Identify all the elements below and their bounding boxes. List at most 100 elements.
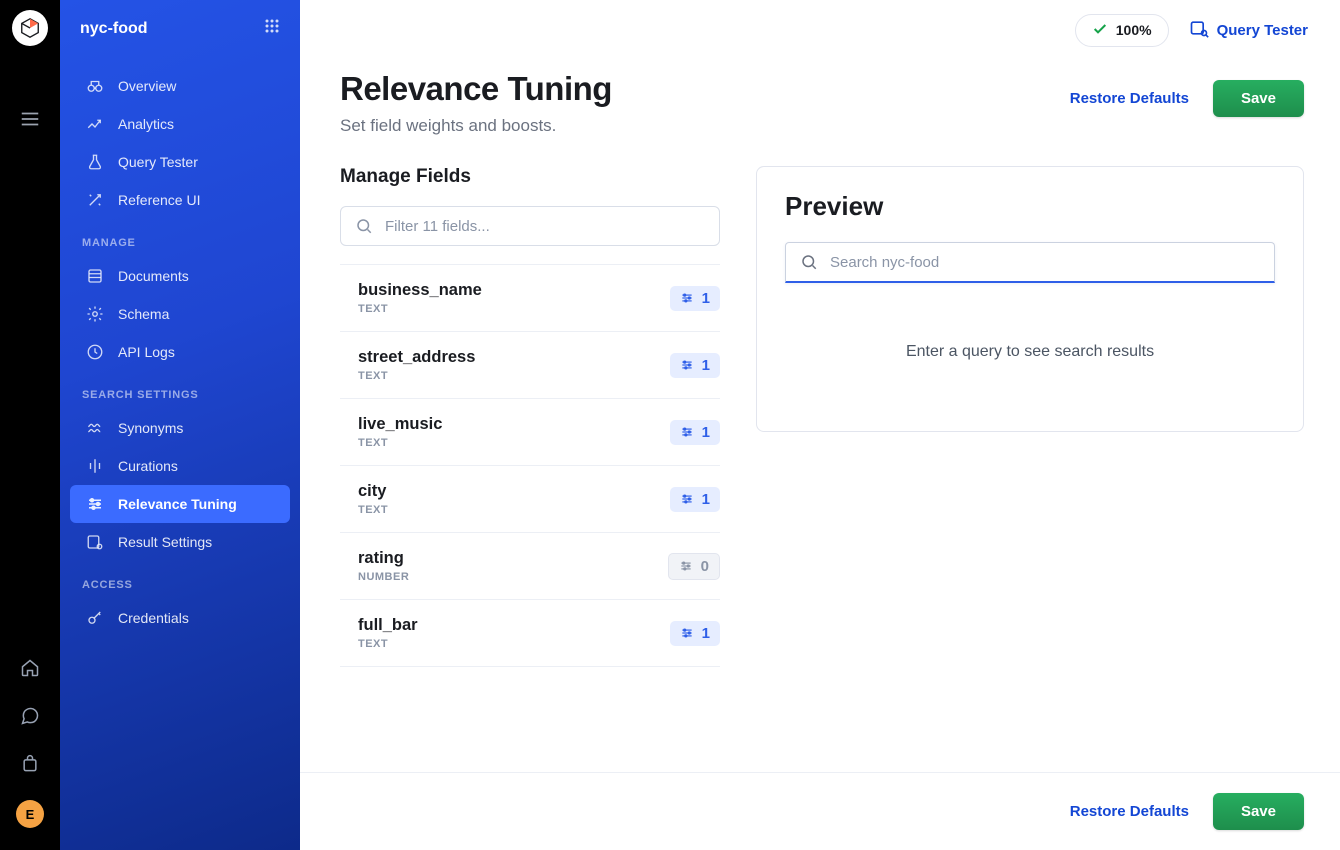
analytics-icon	[86, 115, 104, 133]
sidebar-item-label: Result Settings	[118, 534, 212, 550]
sidebar-item-label: Reference UI	[118, 192, 200, 208]
sidebar-item-label: Credentials	[118, 610, 189, 626]
sidebar-item-label: Query Tester	[118, 154, 198, 170]
gear-icon	[86, 305, 104, 323]
field-filter-input[interactable]	[385, 218, 705, 235]
field-name: business_name	[358, 281, 482, 300]
health-value: 100%	[1116, 22, 1152, 38]
home-icon[interactable]	[18, 656, 42, 680]
field-row[interactable]: full_barTEXT1	[340, 600, 720, 667]
field-type: TEXT	[358, 504, 388, 516]
sliders-icon	[679, 559, 693, 573]
field-weight-badge[interactable]: 1	[670, 621, 720, 646]
main-area: 100% Query Tester Relevance Tuning Set f…	[300, 0, 1340, 850]
manage-fields-panel: Manage Fields business_nameTEXT1street_a…	[340, 166, 720, 772]
field-row[interactable]: city TEXT 1	[340, 466, 720, 533]
check-icon	[1092, 21, 1108, 40]
user-avatar[interactable]: E	[16, 800, 44, 828]
preview-search-input[interactable]	[830, 254, 1260, 271]
field-filter[interactable]	[340, 206, 720, 246]
sidebar-item-label: API Logs	[118, 344, 175, 360]
content: Relevance Tuning Set field weights and b…	[300, 60, 1340, 772]
sidebar-item-label: Curations	[118, 458, 178, 474]
field-name: rating	[358, 549, 409, 568]
sidebar-item-analytics[interactable]: Analytics	[70, 105, 290, 143]
key-icon	[86, 609, 104, 627]
sliders-icon	[680, 425, 694, 439]
section-label-manage: MANAGE	[60, 219, 300, 257]
field-type: TEXT	[358, 303, 482, 315]
app-rail: E	[0, 0, 60, 850]
sidebar-item-schema[interactable]: Schema	[70, 295, 290, 333]
curations-icon	[86, 457, 104, 475]
sidebar: nyc-food Overview Analytics Query Tester…	[60, 0, 300, 850]
sidebar-item-documents[interactable]: Documents	[70, 257, 290, 295]
hamburger-icon[interactable]	[19, 108, 41, 135]
waves-icon	[86, 419, 104, 437]
field-weight-value: 1	[702, 290, 710, 307]
clock-icon	[86, 343, 104, 361]
sidebar-item-result-settings[interactable]: Result Settings	[70, 523, 290, 561]
field-weight-value: 0	[701, 558, 709, 575]
sliders-icon	[86, 495, 104, 513]
page-title: Relevance Tuning	[340, 70, 612, 108]
sidebar-item-query-tester[interactable]: Query Tester	[70, 143, 290, 181]
flask-icon	[86, 153, 104, 171]
sidebar-item-reference-ui[interactable]: Reference UI	[70, 181, 290, 219]
sidebar-item-credentials[interactable]: Credentials	[70, 599, 290, 637]
query-tester-link[interactable]: Query Tester	[1189, 18, 1308, 42]
package-icon[interactable]	[18, 752, 42, 776]
sidebar-item-api-logs[interactable]: API Logs	[70, 333, 290, 371]
field-weight-badge[interactable]: 1	[670, 487, 720, 512]
sliders-icon	[680, 291, 694, 305]
field-row[interactable]: ratingNUMBER0	[340, 533, 720, 600]
topbar: 100% Query Tester	[300, 0, 1340, 60]
query-tester-icon	[1189, 18, 1209, 42]
sidebar-item-overview[interactable]: Overview	[70, 67, 290, 105]
field-weight-value: 1	[702, 491, 710, 508]
field-weight-value: 1	[702, 357, 710, 374]
field-name: full_bar	[358, 616, 418, 635]
footer-actions: Restore Defaults Save	[300, 772, 1340, 850]
field-weight-value: 1	[702, 424, 710, 441]
field-weight-badge[interactable]: 1	[670, 353, 720, 378]
field-name: street_address	[358, 348, 475, 367]
sidebar-item-label: Schema	[118, 306, 169, 322]
field-weight-badge[interactable]: 1	[670, 420, 720, 445]
sidebar-item-curations[interactable]: Curations	[70, 447, 290, 485]
preview-panel: Preview Enter a query to see search resu…	[756, 166, 1304, 772]
health-indicator[interactable]: 100%	[1075, 14, 1169, 47]
sidebar-header: nyc-food	[60, 0, 300, 57]
apps-grid-icon[interactable]	[264, 18, 280, 39]
field-weight-badge[interactable]: 0	[668, 553, 720, 580]
field-name: city	[358, 482, 388, 501]
search-icon	[355, 217, 373, 235]
save-button[interactable]: Save	[1213, 80, 1304, 117]
preview-title: Preview	[785, 191, 1275, 222]
chat-icon[interactable]	[18, 704, 42, 728]
restore-defaults-button[interactable]: Restore Defaults	[1070, 90, 1189, 107]
sliders-icon	[680, 358, 694, 372]
field-row[interactable]: street_address TEXT 1	[340, 332, 720, 399]
field-row[interactable]: business_name TEXT 1	[340, 265, 720, 332]
documents-icon	[86, 267, 104, 285]
magic-icon	[86, 191, 104, 209]
restore-defaults-button-footer[interactable]: Restore Defaults	[1070, 803, 1189, 820]
sidebar-item-label: Synonyms	[118, 420, 183, 436]
field-weight-badge[interactable]: 1	[670, 286, 720, 311]
sidebar-item-relevance-tuning[interactable]: Relevance Tuning	[70, 485, 290, 523]
field-name: live_music	[358, 415, 442, 434]
field-list: business_nameTEXT1street_addressTEXT1liv…	[340, 264, 720, 667]
sidebar-item-label: Analytics	[118, 116, 174, 132]
page-header: Relevance Tuning Set field weights and b…	[340, 70, 1304, 136]
preview-empty-text: Enter a query to see search results	[785, 283, 1275, 391]
app-logo[interactable]	[12, 10, 48, 46]
sidebar-item-synonyms[interactable]: Synonyms	[70, 409, 290, 447]
sliders-icon	[680, 626, 694, 640]
section-label-access: ACCESS	[60, 561, 300, 599]
save-button-footer[interactable]: Save	[1213, 793, 1304, 830]
preview-search[interactable]	[785, 242, 1275, 283]
field-row[interactable]: live_musicTEXT1	[340, 399, 720, 466]
query-tester-label: Query Tester	[1217, 22, 1308, 39]
field-type: TEXT	[358, 370, 475, 382]
